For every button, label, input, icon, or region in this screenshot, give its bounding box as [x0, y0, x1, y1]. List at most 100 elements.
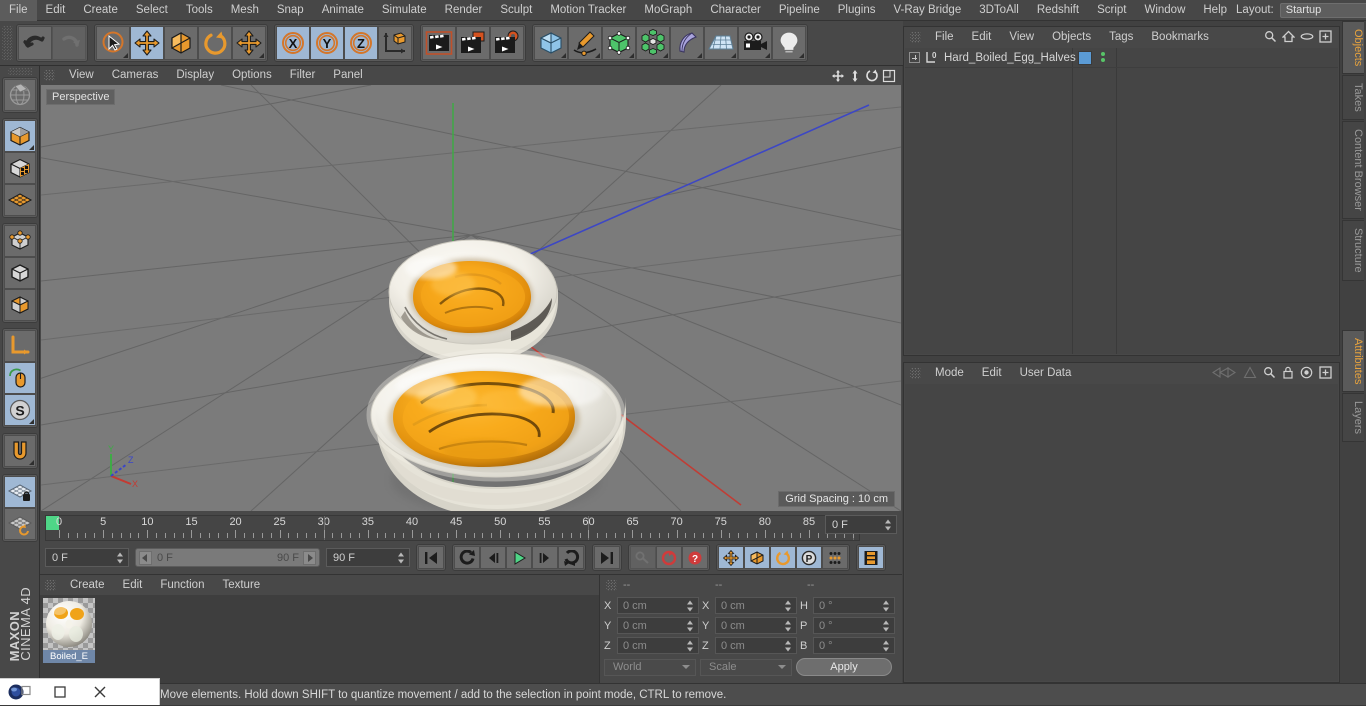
- tab-layers[interactable]: Layers: [1342, 393, 1364, 443]
- menu-item-file[interactable]: File: [0, 0, 37, 21]
- rotation-p-field[interactable]: 0 °: [813, 617, 895, 634]
- workplane-rotate-button[interactable]: [3, 507, 36, 540]
- back-nav-icon[interactable]: [1211, 366, 1237, 382]
- target-icon[interactable]: [1300, 366, 1313, 382]
- menu-item-create[interactable]: Create: [74, 0, 127, 21]
- spinner-icon[interactable]: [785, 600, 792, 611]
- expand-toggle-icon[interactable]: [909, 52, 920, 63]
- visibility-dots-icon[interactable]: [1101, 52, 1106, 64]
- workplane-lock-button[interactable]: [3, 475, 36, 508]
- menu-item-script[interactable]: Script: [1088, 0, 1135, 21]
- left-toolbar-grip[interactable]: [7, 68, 32, 75]
- add-spline[interactable]: [568, 26, 602, 60]
- axis-modify-button[interactable]: [3, 329, 36, 362]
- add-tab-icon[interactable]: [1319, 365, 1332, 382]
- material-tag-icon[interactable]: [1078, 51, 1092, 65]
- object-row[interactable]: 0 Hard_Boiled_Egg_Halves: [905, 48, 1338, 68]
- redo-button[interactable]: [52, 26, 86, 60]
- menu-item-snap[interactable]: Snap: [268, 0, 313, 21]
- spinner-icon[interactable]: [117, 552, 124, 563]
- record-rotation-button[interactable]: [770, 546, 796, 569]
- om-menu-tags[interactable]: Tags: [1100, 27, 1142, 48]
- menu-item-window[interactable]: Window: [1135, 0, 1194, 21]
- attr-menu-user-data[interactable]: User Data: [1011, 363, 1081, 384]
- rotation-h-field[interactable]: 0 °: [813, 597, 895, 614]
- menu-item-sculpt[interactable]: Sculpt: [491, 0, 541, 21]
- size-y-field[interactable]: 0 cm: [715, 617, 797, 634]
- autokeying-button[interactable]: [656, 546, 682, 569]
- go-to-start-button[interactable]: [418, 546, 444, 569]
- menu-item-mograph[interactable]: MoGraph: [635, 0, 701, 21]
- rotation-b-field[interactable]: 0 °: [813, 637, 895, 654]
- material-menu-create[interactable]: Create: [61, 575, 114, 595]
- coordinate-system-dropdown[interactable]: World: [604, 658, 696, 676]
- close-window-button[interactable]: [80, 679, 120, 706]
- tab-structure[interactable]: Structure: [1342, 219, 1364, 281]
- material-item[interactable]: Boiled_E: [43, 598, 95, 663]
- material-thumbnail[interactable]: [43, 598, 95, 650]
- rotate-view-icon[interactable]: [864, 68, 879, 83]
- add-camera[interactable]: [738, 26, 772, 60]
- undo-button[interactable]: [18, 26, 52, 60]
- toolbar-grip[interactable]: [2, 26, 13, 60]
- uv-mode-button[interactable]: [3, 183, 36, 216]
- menu-item-simulate[interactable]: Simulate: [373, 0, 436, 21]
- record-position-button[interactable]: [718, 546, 744, 569]
- scale-tool[interactable]: [164, 26, 198, 60]
- om-menu-edit[interactable]: Edit: [963, 27, 1001, 48]
- record-pla-button[interactable]: P: [796, 546, 822, 569]
- points-mode-button[interactable]: [3, 224, 36, 257]
- om-menu-file[interactable]: File: [926, 27, 963, 48]
- om-menu-bookmarks[interactable]: Bookmarks: [1142, 27, 1218, 48]
- range-left-arrow-icon[interactable]: [139, 550, 152, 565]
- menu-item-edit[interactable]: Edit: [37, 0, 75, 21]
- position-y-field[interactable]: 0 cm: [617, 617, 699, 634]
- timeline-toggle-button[interactable]: [858, 546, 884, 569]
- step-back-button[interactable]: [480, 546, 506, 569]
- spinner-icon[interactable]: [785, 620, 792, 631]
- add-layer-icon[interactable]: [1319, 29, 1332, 46]
- menu-item-character[interactable]: Character: [701, 0, 770, 21]
- om-menu-objects[interactable]: Objects: [1043, 27, 1100, 48]
- material-menu-texture[interactable]: Texture: [213, 575, 269, 595]
- world-object-coordinates[interactable]: [378, 26, 412, 60]
- attributes-grip[interactable]: [910, 368, 921, 379]
- menu-item-3dtoall[interactable]: 3DToAll: [970, 0, 1028, 21]
- viewport-menu-filter[interactable]: Filter: [281, 66, 325, 85]
- size-mode-dropdown[interactable]: Scale: [700, 658, 792, 676]
- position-z-field[interactable]: 0 cm: [617, 637, 699, 654]
- edges-mode-button[interactable]: [3, 256, 36, 289]
- add-environment[interactable]: [704, 26, 738, 60]
- render-settings-button[interactable]: [490, 26, 524, 60]
- spinner-icon[interactable]: [687, 640, 694, 651]
- home-icon[interactable]: [1281, 30, 1296, 46]
- position-x-field[interactable]: 0 cm: [617, 597, 699, 614]
- timeline-ruler[interactable]: 051015202530354045505560657075808590: [45, 515, 860, 541]
- maximize-view-icon[interactable]: [881, 68, 896, 83]
- coordinates-grip[interactable]: [606, 579, 617, 591]
- pan-icon[interactable]: [830, 68, 845, 83]
- menu-item-select[interactable]: Select: [127, 0, 177, 21]
- viewport-menu-cameras[interactable]: Cameras: [103, 66, 168, 85]
- menu-item-motion-tracker[interactable]: Motion Tracker: [541, 0, 635, 21]
- size-x-field[interactable]: 0 cm: [715, 597, 797, 614]
- spinner-icon[interactable]: [883, 640, 890, 651]
- object-manager-grip[interactable]: [910, 32, 921, 43]
- spinner-icon[interactable]: [785, 640, 792, 651]
- perspective-viewport[interactable]: Perspective Grid Spacing : 10 cm Y X Z: [41, 85, 901, 511]
- make-editable-button[interactable]: [3, 78, 36, 111]
- record-scale-button[interactable]: [744, 546, 770, 569]
- spinner-icon[interactable]: [687, 620, 694, 631]
- preview-range-slider[interactable]: 0 F 90 F: [135, 548, 320, 567]
- menu-item-mesh[interactable]: Mesh: [222, 0, 268, 21]
- go-to-end-button[interactable]: [594, 546, 620, 569]
- viewport-grip[interactable]: [44, 70, 55, 81]
- layout-dropdown[interactable]: Startup: [1279, 2, 1366, 18]
- material-menu-function[interactable]: Function: [151, 575, 213, 595]
- move-tool[interactable]: [130, 26, 164, 60]
- viewport-menu-options[interactable]: Options: [223, 66, 281, 85]
- attr-menu-edit[interactable]: Edit: [973, 363, 1011, 384]
- step-forward-button[interactable]: [532, 546, 558, 569]
- menu-item-animate[interactable]: Animate: [313, 0, 373, 21]
- render-region-button[interactable]: [456, 26, 490, 60]
